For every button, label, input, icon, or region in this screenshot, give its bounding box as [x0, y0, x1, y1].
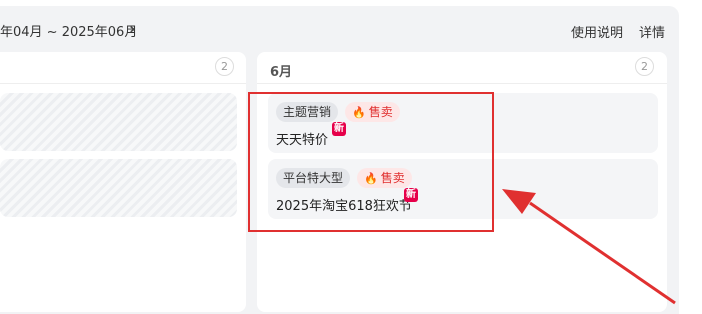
annotation-arrow: [502, 189, 676, 305]
